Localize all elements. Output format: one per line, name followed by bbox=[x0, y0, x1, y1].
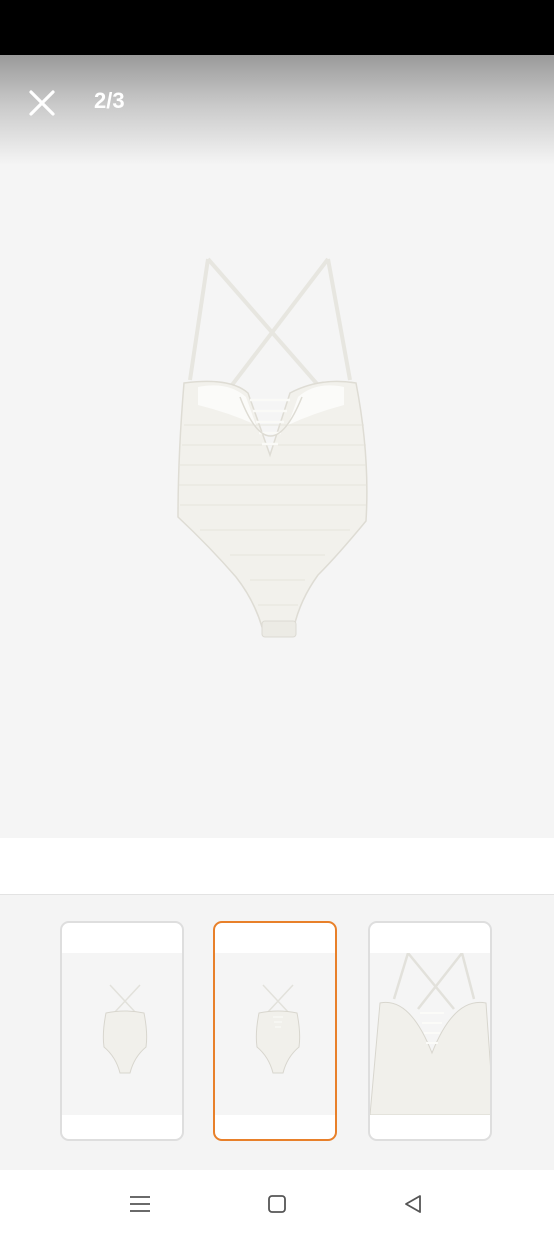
thumbnail-back-image bbox=[255, 984, 301, 1074]
image-viewer[interactable]: 2/3 bbox=[0, 55, 554, 838]
product-image-back-view bbox=[177, 257, 368, 638]
spacer bbox=[0, 838, 554, 894]
top-gradient-overlay bbox=[0, 55, 554, 165]
back-triangle-icon[interactable] bbox=[399, 1190, 427, 1218]
thumbnail-detail-image bbox=[370, 953, 490, 1115]
thumbnail-front-image bbox=[102, 984, 148, 1074]
thumbnail-3[interactable] bbox=[368, 921, 492, 1141]
close-icon[interactable] bbox=[24, 85, 60, 121]
thumbnail-1[interactable] bbox=[60, 921, 184, 1141]
status-bar bbox=[0, 0, 554, 55]
system-nav-bar bbox=[0, 1170, 554, 1238]
image-counter: 2/3 bbox=[94, 88, 125, 113]
menu-icon[interactable] bbox=[126, 1190, 154, 1218]
thumbnail-strip bbox=[0, 894, 554, 1171]
thumbnail-2[interactable] bbox=[213, 921, 337, 1141]
home-square-icon[interactable] bbox=[263, 1190, 291, 1218]
